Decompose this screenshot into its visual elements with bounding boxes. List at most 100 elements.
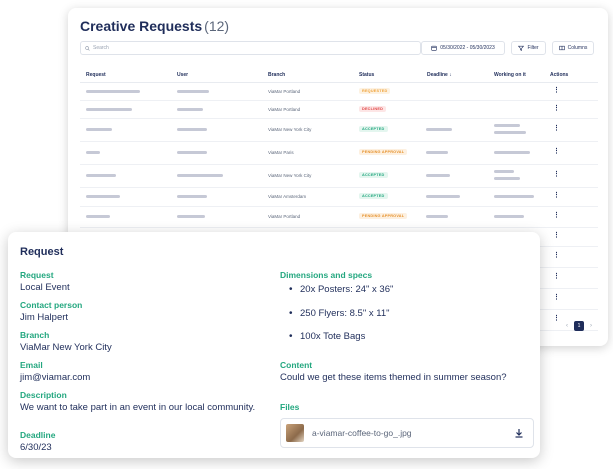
table-row[interactable]: ViaMar New York City ACCEPTED ⋮ xyxy=(80,165,598,188)
table-row[interactable]: ViaMar Portland DECLINED ⋮ xyxy=(80,101,598,119)
working-placeholder xyxy=(494,170,514,173)
status-badge: PENDING APPROVAL xyxy=(359,213,408,219)
branch-cell: ViaMar Paris xyxy=(268,150,294,155)
col-actions: Actions xyxy=(550,72,569,78)
working-placeholder xyxy=(494,131,526,134)
col-branch[interactable]: Branch xyxy=(268,72,285,78)
contact-value: Jim Halpert xyxy=(20,312,69,323)
user-placeholder xyxy=(177,215,205,218)
status-badge: DECLINED xyxy=(359,106,387,112)
more-actions-icon[interactable]: ⋮ xyxy=(553,148,560,155)
email-field: Email jim@viamar.com xyxy=(20,360,90,384)
date-range-picker[interactable]: 05/30/2022 - 05/30/2023 xyxy=(421,41,505,55)
request-placeholder xyxy=(86,128,112,131)
request-placeholder xyxy=(86,108,132,111)
status-badge: PENDING APPROVAL xyxy=(359,149,408,155)
branch-cell: ViaMar New York City xyxy=(268,127,312,132)
user-placeholder xyxy=(177,90,209,93)
more-actions-icon[interactable]: ⋮ xyxy=(553,212,560,219)
pagination: ‹ 1 › xyxy=(566,321,592,331)
more-actions-icon[interactable]: ⋮ xyxy=(553,273,560,280)
branch-value: ViaMar New York City xyxy=(20,342,112,353)
status-badge: REQUESTED xyxy=(359,88,391,94)
filter-button[interactable]: Filter xyxy=(511,41,546,55)
filter-label: Filter xyxy=(527,45,539,51)
user-placeholder xyxy=(177,128,207,131)
more-actions-icon[interactable]: ⋮ xyxy=(553,252,560,259)
table-row[interactable]: ViaMar Portland PENDING APPROVAL ⋮ xyxy=(80,207,598,228)
file-attachment[interactable]: a-viamar-coffee-to-go_.jpg xyxy=(280,418,534,448)
description-label: Description xyxy=(20,390,67,400)
deadline-placeholder xyxy=(426,215,448,218)
col-working[interactable]: Working on it xyxy=(494,72,526,78)
contact-label: Contact person xyxy=(20,300,83,310)
description-field: Description We want to take part in an e… xyxy=(20,390,255,414)
sort-down-icon[interactable]: ↓ xyxy=(449,72,452,78)
next-page-icon[interactable]: › xyxy=(590,323,592,329)
more-actions-icon[interactable]: ⋮ xyxy=(553,105,560,112)
contact-field: Contact person Jim Halpert xyxy=(20,300,82,324)
branch-cell: ViaMar New York City xyxy=(268,173,312,178)
table-row[interactable]: ViaMar Amsterdam ACCEPTED ⋮ xyxy=(80,188,598,207)
table-row[interactable]: ViaMar Paris PENDING APPROVAL ⋮ xyxy=(80,142,598,165)
working-placeholder xyxy=(494,177,520,180)
working-placeholder xyxy=(494,151,530,154)
table-row[interactable]: ViaMar Portland REQUESTED ⋮ xyxy=(80,83,598,101)
files-label: Files xyxy=(280,402,300,412)
more-actions-icon[interactable]: ⋮ xyxy=(553,171,560,178)
description-value: We want to take part in an event in our … xyxy=(20,402,256,413)
user-placeholder xyxy=(177,174,223,177)
spec-item: 100x Tote Bags xyxy=(286,330,393,354)
working-placeholder xyxy=(494,195,534,198)
content-value: Could we get these items themed in summe… xyxy=(280,372,507,383)
request-placeholder xyxy=(86,195,120,198)
working-placeholder xyxy=(494,215,524,218)
more-actions-icon[interactable]: ⋮ xyxy=(553,294,560,301)
col-user[interactable]: User xyxy=(177,72,188,78)
branch-cell: ViaMar Amsterdam xyxy=(268,194,307,199)
filter-icon xyxy=(518,45,525,51)
more-actions-icon[interactable]: ⋮ xyxy=(553,232,560,239)
search-placeholder: Search xyxy=(93,45,109,51)
col-request[interactable]: Request xyxy=(86,72,106,78)
date-range-text: 05/30/2022 - 05/30/2023 xyxy=(440,45,495,51)
working-placeholder xyxy=(494,124,520,127)
page-title: Creative Requests (12) xyxy=(80,18,229,34)
table-row[interactable]: ViaMar New York City ACCEPTED ⋮ xyxy=(80,119,598,142)
file-name: a-viamar-coffee-to-go_.jpg xyxy=(312,428,412,438)
branch-label: Branch xyxy=(20,330,50,340)
col-deadline[interactable]: Deadline ↓ xyxy=(427,72,452,78)
more-actions-icon[interactable]: ⋮ xyxy=(553,125,560,132)
page-current[interactable]: 1 xyxy=(574,321,584,331)
search-input[interactable]: Search xyxy=(80,41,421,55)
dimensions-label: Dimensions and specs xyxy=(280,270,373,280)
prev-page-icon[interactable]: ‹ xyxy=(566,323,568,329)
branch-field: Branch ViaMar New York City xyxy=(20,330,112,354)
deadline-field: Deadline 6/30/23 xyxy=(20,430,55,454)
branch-cell: ViaMar Portland xyxy=(268,214,301,219)
specs-list: 20x Posters: 24" x 36" 250 Flyers: 8.5" … xyxy=(286,283,393,354)
user-placeholder xyxy=(177,108,203,111)
columns-label: Columns xyxy=(567,45,588,51)
request-field: Request Local Event xyxy=(20,270,70,294)
deadline-value: 6/30/23 xyxy=(20,442,52,453)
more-actions-icon[interactable]: ⋮ xyxy=(553,192,560,199)
deadline-label: Deadline xyxy=(20,430,56,440)
more-actions-icon[interactable]: ⋮ xyxy=(553,315,560,322)
request-placeholder xyxy=(86,151,100,154)
more-actions-icon[interactable]: ⋮ xyxy=(553,87,560,94)
request-placeholder xyxy=(86,174,116,177)
request-label: Request xyxy=(20,270,54,280)
download-icon[interactable] xyxy=(514,428,524,438)
user-placeholder xyxy=(177,151,207,154)
spec-item: 250 Flyers: 8.5" x 11" xyxy=(286,307,393,331)
content-field: Content Could we get these items themed … xyxy=(280,360,507,384)
request-detail-panel: Request Request Local Event Contact pers… xyxy=(8,232,540,458)
search-icon xyxy=(85,45,90,51)
email-value[interactable]: jim@viamar.com xyxy=(20,371,90,384)
status-badge: ACCEPTED xyxy=(359,172,388,178)
files-field: Files xyxy=(280,402,299,413)
col-status[interactable]: Status xyxy=(359,72,374,78)
branch-cell: ViaMar Portland xyxy=(268,107,301,112)
columns-button[interactable]: Columns xyxy=(552,41,594,55)
